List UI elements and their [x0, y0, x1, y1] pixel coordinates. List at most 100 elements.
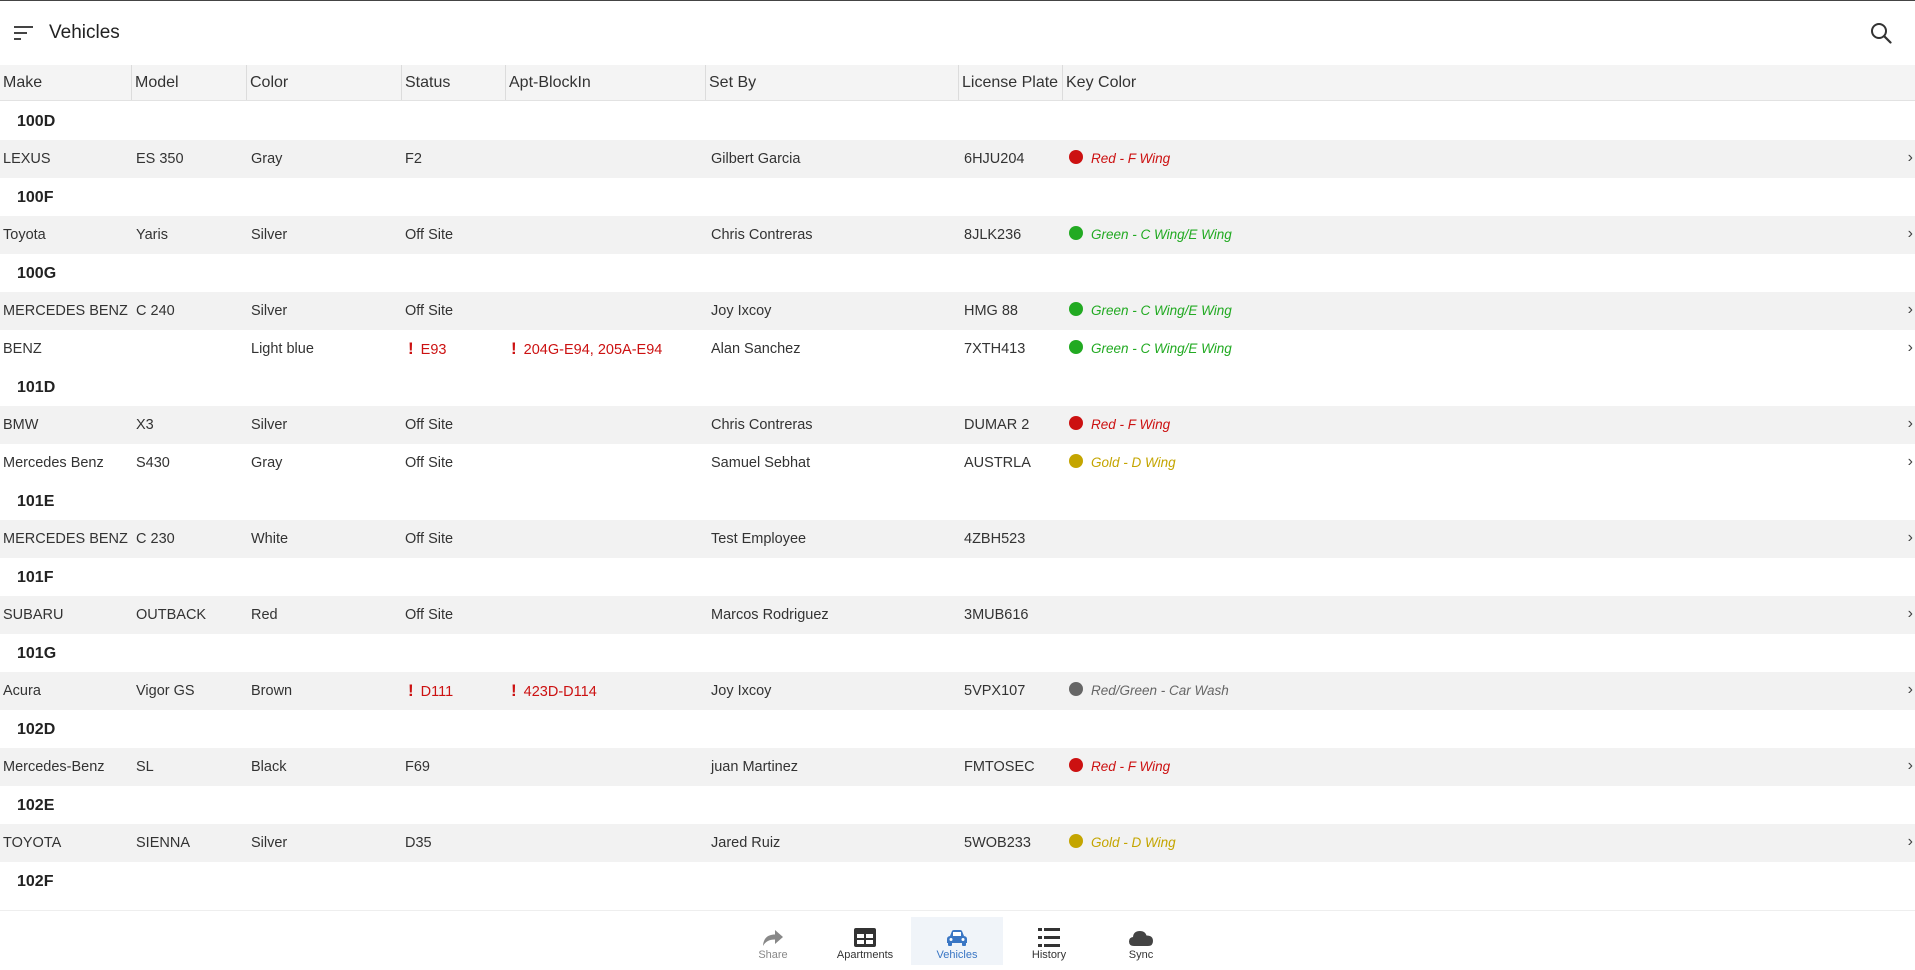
tab-history[interactable]: History — [1003, 917, 1095, 965]
key-color-label: Green - C Wing/E Wing — [1091, 227, 1232, 242]
group-header: 100G — [0, 254, 1915, 292]
alert-icon: ! — [408, 681, 414, 700]
cell-color: Brown — [251, 683, 293, 699]
cell-make: Mercedes-Benz — [3, 759, 105, 775]
group-header: 102F — [0, 862, 1915, 900]
vehicle-row[interactable]: TOYOTA SIENNA Silver D35 Jared Ruiz 5WOB233 Go… — [0, 824, 1915, 862]
cell-model: OUTBACK — [136, 607, 207, 623]
cell-key-color: Red - F Wing — [1068, 406, 1170, 444]
cell-color: Black — [251, 759, 287, 775]
chevron-right-icon[interactable]: › — [1908, 672, 1913, 710]
tab-vehicles[interactable]: Vehicles — [911, 917, 1003, 965]
cell-set-by: Samuel Sebhat — [711, 455, 811, 471]
chevron-right-icon[interactable]: › — [1908, 140, 1913, 178]
chevron-right-icon[interactable]: › — [1908, 444, 1913, 482]
cell-make: TOYOTA — [3, 835, 62, 851]
cell-set-by: Test Employee — [711, 531, 807, 547]
cell-color: Gray — [251, 455, 283, 471]
cell-apt-blockin-text: 423D-D114 — [523, 684, 597, 700]
cell-set-by: Gilbert Garcia — [711, 151, 801, 167]
cell-set-by: Chris Contreras — [711, 417, 813, 433]
cell-license-plate: 7XTH413 — [964, 341, 1026, 357]
tab-apartments[interactable]: Apartments — [819, 917, 911, 965]
column-make[interactable]: Make — [0, 65, 130, 100]
vehicle-list[interactable]: 100D LEXUS ES 350 Gray F2 Gilbert Garcia 6HJU2… — [0, 102, 1915, 909]
tab-sync-label: Sync — [1128, 949, 1154, 961]
tab-vehicles-label: Vehicles — [936, 949, 978, 961]
vehicle-row[interactable]: Acura Vigor GS Brown! D111! 423D-D114 Joy Ixc… — [0, 672, 1915, 710]
chevron-right-icon[interactable]: › — [1908, 824, 1913, 862]
vehicle-row[interactable]: MERCEDES BENZ C 230 White Off Site Test Empl… — [0, 520, 1915, 558]
cell-apt-blockin: ! 204G-E94, 205A-E94 — [508, 330, 662, 368]
cell-license-plate: 8JLK236 — [964, 227, 1022, 243]
vehicle-row[interactable]: Toyota Yaris Silver Off Site Chris Contreras… — [0, 216, 1915, 254]
column-key-color[interactable]: Key Color — [1062, 65, 1262, 100]
vehicle-row[interactable]: Mercedes Benz S430 Gray Off Site Samuel Sebh… — [0, 444, 1915, 482]
key-color-dot — [1069, 454, 1083, 468]
cell-license-plate: DUMAR 2 — [964, 417, 1030, 433]
column-status[interactable]: Status — [401, 65, 505, 100]
cell-apt-blockin: ! 423D-D114 — [508, 672, 597, 710]
column-header-row: Make Model Color Status Apt-BlockIn Set … — [0, 65, 1915, 101]
cell-color: Silver — [251, 417, 288, 433]
column-apt-blockin[interactable]: Apt-BlockIn — [505, 65, 705, 100]
vehicle-row[interactable]: MERCEDES BENZ C 240 Silver Off Site Joy Ixco… — [0, 292, 1915, 330]
column-model[interactable]: Model — [131, 65, 246, 100]
group-header: 101F — [0, 558, 1915, 596]
column-set-by[interactable]: Set By — [705, 65, 958, 100]
key-color-label: Red - F Wing — [1091, 151, 1171, 166]
cell-license-plate: 6HJU204 — [964, 151, 1025, 167]
search-button[interactable] — [1859, 11, 1903, 55]
bottom-nav: Share Apartments Vehicles History Sync — [0, 910, 1915, 970]
tab-sync[interactable]: Sync — [1095, 917, 1187, 965]
vehicle-row[interactable]: BMW X3 Silver Off Site Chris Contreras DUMAR … — [0, 406, 1915, 444]
cell-status: D35 — [405, 835, 432, 851]
cell-set-by: Chris Contreras — [711, 227, 813, 243]
key-color-dot — [1069, 340, 1083, 354]
tab-share[interactable]: Share — [727, 917, 819, 965]
cell-model: SIENNA — [136, 835, 190, 851]
vehicle-row[interactable]: LEXUS ES 350 Gray F2 Gilbert Garcia 6HJU204 Re… — [0, 140, 1915, 178]
alert-icon: ! — [408, 339, 414, 358]
chevron-right-icon[interactable]: › — [1908, 330, 1913, 368]
cell-status-text: E93 — [420, 342, 447, 358]
group-header: 101G — [0, 634, 1915, 672]
cell-set-by: Jared Ruiz — [711, 835, 781, 851]
chevron-right-icon[interactable]: › — [1908, 216, 1913, 254]
cell-model: Vigor GS — [136, 683, 195, 699]
cell-key-color: Red - F Wing — [1068, 748, 1170, 786]
cell-make: MERCEDES BENZ — [3, 531, 128, 547]
cell-key-color: Red/Green - Car Wash — [1068, 672, 1229, 710]
chevron-right-icon[interactable]: › — [1908, 406, 1913, 444]
key-color-dot — [1069, 416, 1083, 430]
car-icon — [947, 930, 967, 946]
page-title: Vehicles — [49, 21, 120, 43]
cell-make: MERCEDES BENZ — [3, 303, 128, 319]
cell-license-plate: 4ZBH523 — [964, 531, 1026, 547]
chevron-right-icon[interactable]: › — [1908, 596, 1913, 634]
menu-button[interactable] — [2, 11, 46, 55]
cell-make: SUBARU — [3, 607, 64, 623]
cell-status: ! D111 — [405, 672, 453, 710]
cell-status: Off Site — [405, 531, 454, 547]
cell-status: Off Site — [405, 455, 454, 471]
key-color-dot — [1069, 226, 1083, 240]
chevron-right-icon[interactable]: › — [1908, 292, 1913, 330]
cell-license-plate: 5VPX107 — [964, 683, 1026, 699]
key-color-dot — [1069, 758, 1083, 772]
cell-status: Off Site — [405, 607, 454, 623]
column-license-plate[interactable]: License Plate — [958, 65, 1062, 100]
key-color-dot — [1069, 150, 1083, 164]
key-color-dot — [1069, 682, 1083, 696]
cloud-icon — [1129, 931, 1153, 946]
vehicle-row[interactable]: BENZ Light blue! E93! 204G-E94, 205A-E94 Ala… — [0, 330, 1915, 368]
chevron-right-icon[interactable]: › — [1908, 748, 1913, 786]
alert-icon: ! — [511, 339, 517, 358]
vehicle-row[interactable]: SUBARU OUTBACK Red Off Site Marcos Rodriguez… — [0, 596, 1915, 634]
cell-status: ! E93 — [405, 330, 446, 368]
column-color[interactable]: Color — [246, 65, 401, 100]
apartments-icon — [854, 928, 876, 947]
vehicle-row[interactable]: Mercedes-Benz SL Black F69 juan Martinez FMTO… — [0, 748, 1915, 786]
chevron-right-icon[interactable]: › — [1908, 520, 1913, 558]
group-header: 101E — [0, 482, 1915, 520]
